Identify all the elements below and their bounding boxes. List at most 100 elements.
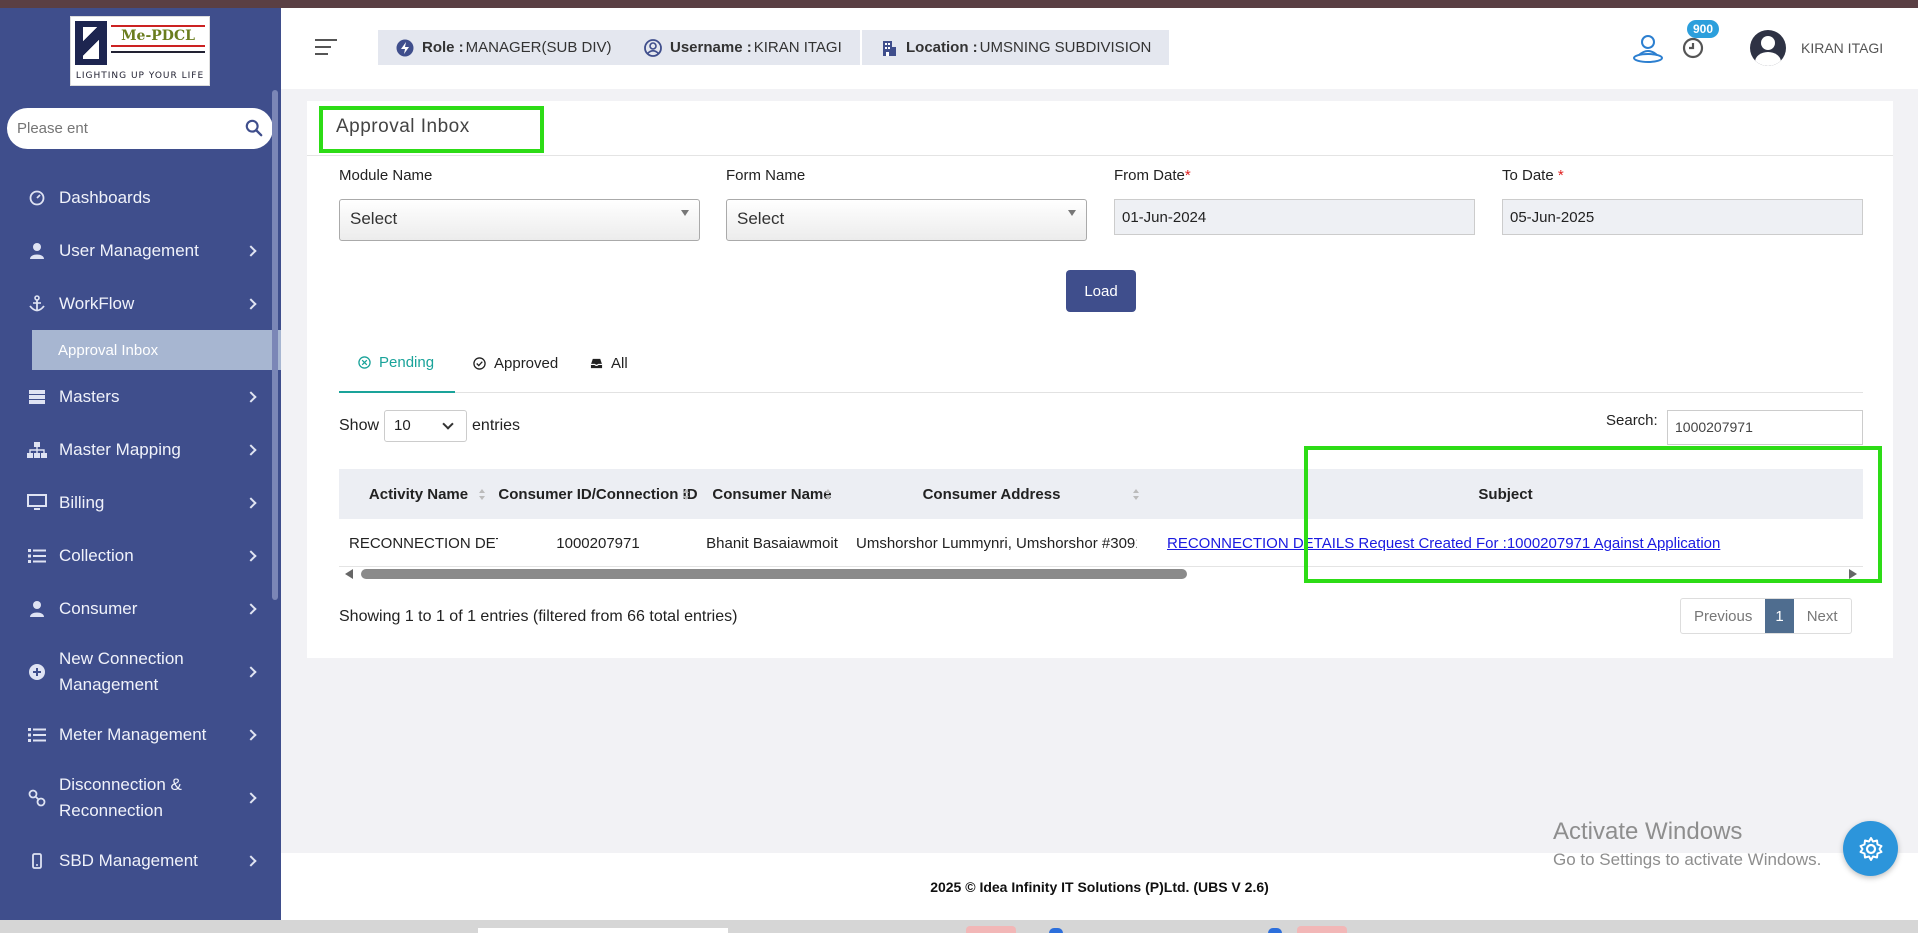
sidebar-item-master-mapping[interactable]: Master Mapping	[0, 423, 281, 476]
cancel-circle-icon	[358, 355, 371, 369]
link-icon	[26, 787, 48, 809]
to-date-label: To Date *	[1502, 167, 1564, 184]
load-button[interactable]: Load	[1066, 270, 1136, 312]
caret-down-icon	[681, 210, 689, 216]
sidebar-nav: Dashboards User Management WorkFlow Appr…	[0, 171, 281, 887]
settings-fab[interactable]	[1843, 821, 1898, 876]
cell-consumer-id: 1000207971	[556, 534, 640, 552]
sidebar-item-label: Consumer	[59, 598, 138, 618]
location-chip: Location : UMSNING SUBDIVISION	[862, 30, 1170, 65]
sidebar: Me-PDCL LIGHTING UP YOUR LIFE Dashboards…	[0, 8, 281, 920]
cell-activity-name: RECONNECTION DETAILS	[349, 534, 498, 552]
card-title-bar: Approval Inbox	[307, 101, 1893, 156]
sitemap-icon	[26, 439, 48, 461]
role-value: MANAGER(SUB DIV)	[465, 39, 612, 56]
search-icon[interactable]	[245, 119, 263, 137]
sidebar-item-label: Meter Management	[59, 724, 207, 744]
windows-activation-watermark: Activate Windows Go to Settings to activ…	[1553, 818, 1822, 869]
pagination: Previous 1 Next	[1680, 598, 1852, 634]
sidebar-item-dashboards[interactable]: Dashboards	[0, 171, 281, 224]
anchor-icon	[26, 293, 48, 315]
check-circle-icon	[473, 356, 486, 370]
pagination-previous[interactable]: Previous	[1681, 599, 1765, 633]
cell-consumer-name: Bhanit Basaiawmoit	[706, 534, 838, 552]
sort-icon[interactable]	[1133, 489, 1139, 501]
scroll-left-arrow-icon[interactable]	[345, 569, 353, 579]
sidebar-item-meter-management[interactable]: Meter Management	[0, 708, 281, 761]
sidebar-item-label: User Management	[59, 240, 199, 260]
sidebar-item-label: Master Mapping	[59, 439, 181, 459]
sort-icon[interactable]	[825, 489, 831, 501]
cell-consumer-address: Umshorshor Lummynri, Umshorshor #3091701…	[856, 534, 1137, 552]
pagination-next[interactable]: Next	[1794, 599, 1851, 633]
sidebar-item-label: WorkFlow	[59, 293, 135, 313]
sidebar-item-collection[interactable]: Collection	[0, 529, 281, 582]
sidebar-item-label: Collection	[59, 545, 134, 565]
to-date-input[interactable]: 05-Jun-2025	[1502, 199, 1863, 235]
pagination-page-1[interactable]: 1	[1765, 599, 1794, 633]
building-icon	[883, 40, 896, 56]
sidebar-item-user-management[interactable]: User Management	[0, 224, 281, 277]
sidebar-item-sbd-management[interactable]: SBD Management	[0, 834, 281, 887]
from-date-input[interactable]: 01-Jun-2024	[1114, 199, 1475, 235]
sidebar-search-input[interactable]	[17, 116, 237, 140]
sort-icon[interactable]	[683, 489, 689, 501]
server-icon	[26, 386, 48, 408]
required-mark: *	[1557, 167, 1564, 184]
sidebar-item-label: Dashboards	[59, 187, 151, 207]
sidebar-item-consumer[interactable]: Consumer	[0, 582, 281, 635]
sidebar-item-masters[interactable]: Masters	[0, 370, 281, 423]
user-circle-icon	[644, 38, 662, 57]
support-person-icon[interactable]	[1631, 31, 1665, 65]
logo-mark-icon	[75, 21, 107, 65]
sidebar-item-disconnection-reconnection[interactable]: Disconnection & Reconnection	[0, 761, 281, 834]
logo-brand: Me-PDCL	[111, 25, 205, 47]
form-name-select[interactable]: Select	[726, 199, 1087, 241]
module-name-select[interactable]: Select	[339, 199, 700, 241]
sidebar-item-label: Masters	[59, 386, 120, 406]
show-label: Show	[339, 417, 380, 434]
taskbar-strip	[0, 920, 1918, 933]
column-header-consumer-id[interactable]: Consumer ID/Connection ID	[498, 469, 698, 519]
scrollbar-thumb[interactable]	[361, 569, 1187, 579]
column-header-consumer-address[interactable]: Consumer Address	[846, 469, 1137, 519]
table-search-input[interactable]: 1000207971	[1667, 410, 1863, 445]
column-header-consumer-name[interactable]: Consumer Name	[698, 469, 846, 519]
bolt-icon	[396, 39, 414, 56]
sidebar-item-workflow[interactable]: WorkFlow	[0, 277, 281, 330]
column-header-activity-name[interactable]: Activity Name	[339, 469, 498, 519]
sidebar-item-billing[interactable]: Billing	[0, 476, 281, 529]
logo-tagline: LIGHTING UP YOUR LIFE	[75, 71, 205, 81]
status-tabs: Pending Approved All	[339, 333, 1863, 393]
header-user-name[interactable]: KIRAN ITAGI	[1801, 40, 1883, 56]
window-top-strip	[0, 0, 1918, 8]
mobile-icon	[26, 850, 48, 872]
avatar[interactable]	[1750, 30, 1786, 66]
role-label: Role :	[422, 39, 464, 56]
form-name-label: Form Name	[726, 167, 806, 184]
monitor-icon	[26, 492, 48, 514]
table-search-label: Search:	[1606, 412, 1658, 429]
entries-label: entries	[472, 417, 521, 434]
tab-all[interactable]: All	[590, 333, 628, 393]
clock-notification-icon[interactable]	[1681, 36, 1705, 60]
page-size-select[interactable]: 10	[384, 410, 468, 442]
from-date-label: From Date*	[1114, 167, 1191, 184]
sidebar-item-label: Billing	[59, 492, 105, 512]
tab-pending[interactable]: Pending	[339, 333, 455, 393]
plus-circle-icon	[26, 661, 48, 683]
user-icon	[26, 598, 48, 620]
hamburger-menu-icon[interactable]	[315, 39, 337, 55]
sidebar-scrollbar[interactable]	[272, 90, 278, 600]
user-icon	[26, 240, 48, 262]
tab-approved[interactable]: Approved	[473, 333, 558, 393]
list-icon	[26, 545, 48, 567]
location-value: UMSNING SUBDIVISION	[979, 39, 1152, 56]
form-name-value: Select	[737, 209, 785, 228]
logo[interactable]: Me-PDCL LIGHTING UP YOUR LIFE	[70, 16, 210, 86]
module-name-label: Module Name	[339, 167, 433, 184]
sidebar-item-new-connection-management[interactable]: New Connection Management	[0, 635, 281, 708]
sidebar-subitem-approval-inbox[interactable]: Approval Inbox	[32, 330, 281, 370]
sidebar-item-label: Disconnection & Reconnection	[59, 774, 182, 820]
sort-icon[interactable]	[479, 489, 485, 501]
